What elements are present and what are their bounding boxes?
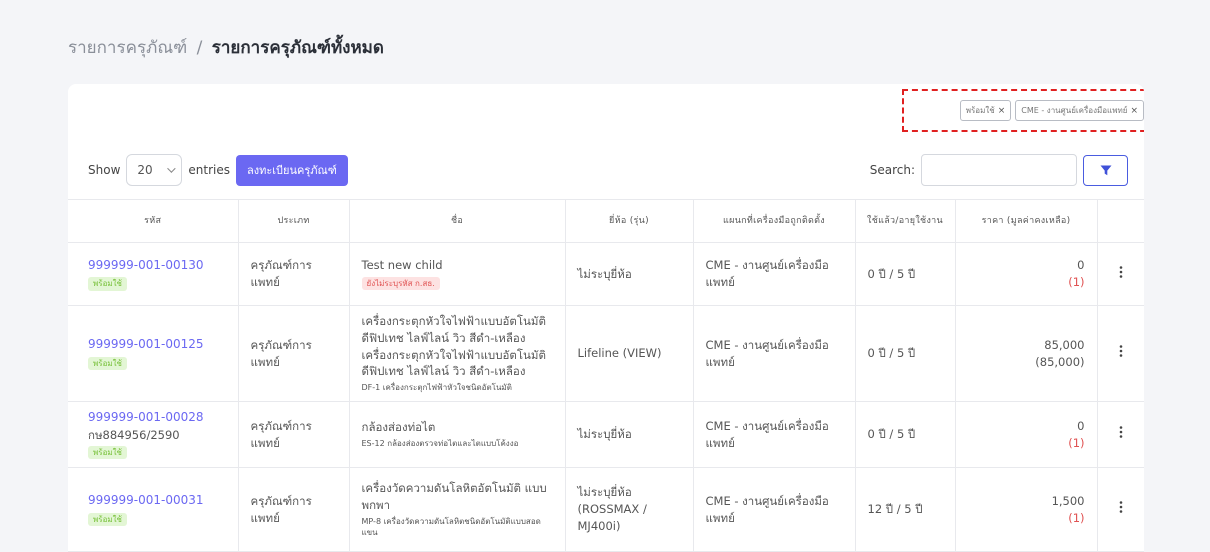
equipment-code-link[interactable]: 999999-001-00125: [88, 336, 226, 353]
cell-type: ครุภัณฑ์การแพทย์: [237, 242, 350, 306]
table-length-control: Show 20 entries ลงทะเบียนครุภัณฑ์: [88, 154, 348, 186]
cell-brand: Lifeline (VIEW): [564, 305, 694, 402]
search-control: Search:: [870, 154, 1128, 186]
cell-name: เครื่องวัดความดันโลหิตอัตโนมัติ แบบพกพา …: [348, 467, 566, 552]
breadcrumb-separator: /: [196, 38, 203, 58]
column-header-actions: [1096, 199, 1144, 243]
cell-price: 0 (1): [954, 242, 1098, 306]
cell-name: Test new child ยังไม่ระบุรหัส ก.สธ.: [348, 242, 566, 306]
column-header-type[interactable]: ประเภท: [237, 199, 350, 243]
kebab-menu-icon[interactable]: [1119, 426, 1123, 438]
show-label: Show: [88, 163, 121, 177]
cell-name: กล้องส่องท่อไต ES-12 กล้องส่องตรวจท่อไตแ…: [348, 401, 566, 468]
equipment-list-card: พร้อมใช้ × CME - งานศูนย์เครื่องมือแพทย์…: [68, 84, 1144, 552]
table-row: 999999-001-00028 กษ884956/2590 พร้อมใช้ …: [68, 401, 1144, 468]
close-icon[interactable]: ×: [1130, 106, 1138, 116]
cell-code: 999999-001-00031 พร้อมใช้: [68, 467, 239, 552]
equipment-code-link[interactable]: 999999-001-00028: [88, 409, 226, 426]
table-row: 999999-001-00031 พร้อมใช้ ครุภัณฑ์การแพท…: [68, 467, 1144, 552]
column-header-name[interactable]: ชื่อ: [348, 199, 566, 243]
cell-department: CME - งานศูนย์เครื่องมือแพทย์: [692, 242, 856, 306]
table-row: 999999-001-00125 พร้อมใช้ ครุภัณฑ์การแพท…: [68, 305, 1144, 402]
kebab-menu-icon[interactable]: [1119, 501, 1123, 513]
column-header-age[interactable]: ใช้แล้ว/อายุใช้งาน: [854, 199, 956, 243]
page-title: รายการครุภัณฑ์ทั้งหมด: [211, 38, 384, 58]
filter-tag-label: พร้อมใช้: [965, 106, 995, 115]
residual-value: (1): [1068, 510, 1085, 525]
equipment-name: กล้องส่องท่อไต: [361, 420, 436, 435]
cell-age: 12 ปี / 5 ปี: [854, 467, 956, 552]
cell-department: CME - งานศูนย์เครื่องมือแพทย์: [692, 401, 856, 468]
residual-value: (1): [1068, 435, 1085, 450]
residual-value: (1): [1068, 275, 1085, 289]
entries-select[interactable]: 20: [126, 154, 183, 186]
status-badge: พร้อมใช้: [88, 356, 127, 371]
row-actions[interactable]: [1096, 242, 1144, 306]
equipment-subname: MP-8 เครื่องวัดความดันโลหิตชนิดอัตโนมัติ…: [361, 516, 541, 538]
entries-label: entries: [188, 163, 230, 177]
price-value: 0: [1077, 258, 1085, 273]
search-input[interactable]: [921, 154, 1077, 186]
chevron-down-icon: [167, 164, 177, 173]
cell-price: 85,000 (85,000): [954, 305, 1098, 402]
search-label: Search:: [869, 163, 915, 177]
cell-price: 0 (1): [954, 401, 1098, 468]
filter-tag-label: CME - งานศูนย์เครื่องมือแพทย์: [1021, 106, 1128, 115]
column-header-department[interactable]: แผนกที่เครื่องมือถูกติดตั้ง: [692, 199, 856, 243]
cell-age: 0 ปี / 5 ปี: [854, 305, 956, 402]
cell-age: 0 ปี / 5 ปี: [854, 401, 956, 468]
equipment-subname: DF-1 เครื่องกระตุกไฟฟ้าหัวใจชนิดอัตโนมัต…: [361, 383, 512, 393]
row-actions[interactable]: [1096, 305, 1144, 402]
filter-button[interactable]: [1083, 154, 1128, 186]
equipment-table: รหัส ประเภท ชื่อ ยี่ห้อ (รุ่น) แผนกที่เค…: [68, 199, 1144, 552]
cell-code: 999999-001-00028 กษ884956/2590 พร้อมใช้: [68, 401, 239, 468]
breadcrumb-parent[interactable]: รายการครุภัณฑ์: [68, 38, 187, 58]
cell-type: ครุภัณฑ์การแพทย์: [237, 401, 350, 468]
equipment-name: เครื่องวัดความดันโลหิตอัตโนมัติ แบบพกพา: [361, 481, 547, 512]
status-badge: พร้อมใช้: [88, 446, 127, 460]
cell-code: 999999-001-00125 พร้อมใช้: [68, 305, 239, 402]
residual-value: (85,000): [1035, 354, 1085, 369]
active-filters-highlight: พร้อมใช้ × CME - งานศูนย์เครื่องมือแพทย์…: [902, 89, 1144, 132]
column-header-code[interactable]: รหัส: [68, 199, 239, 243]
cell-type: ครุภัณฑ์การแพทย์: [237, 467, 350, 552]
column-header-price[interactable]: ราคา (มูลค่าคงเหลือ): [954, 199, 1098, 243]
register-equipment-button[interactable]: ลงทะเบียนครุภัณฑ์: [236, 154, 348, 186]
table-header-row: รหัส ประเภท ชื่อ ยี่ห้อ (รุ่น) แผนกที่เค…: [68, 199, 1144, 243]
equipment-subname: ES-12 กล้องส่องตรวจท่อไตและไตแบบโค้งงอ: [361, 439, 519, 449]
cell-brand: ไม่ระบุยี่ห้อ: [564, 242, 694, 306]
filter-funnel-icon: [1100, 165, 1111, 175]
filter-tag-department[interactable]: CME - งานศูนย์เครื่องมือแพทย์ ×: [1015, 100, 1144, 121]
column-header-brand[interactable]: ยี่ห้อ (รุ่น): [564, 199, 694, 243]
breadcrumb: รายการครุภัณฑ์ / รายการครุภัณฑ์ทั้งหมด: [68, 34, 384, 61]
cell-code: 999999-001-00130 พร้อมใช้: [68, 242, 239, 306]
cell-type: ครุภัณฑ์การแพทย์: [237, 305, 350, 402]
cell-department: CME - งานศูนย์เครื่องมือแพทย์: [692, 467, 856, 552]
cell-price: 1,500 (1): [954, 467, 1098, 552]
price-value: 1,500: [1051, 493, 1085, 508]
cell-brand: ไม่ระบุยี่ห้อ: [564, 401, 694, 468]
row-actions[interactable]: [1096, 401, 1144, 468]
cell-name: เครื่องกระตุกหัวใจไฟฟ้าแบบอัตโนมัติดีฟิป…: [348, 305, 566, 402]
cell-department: CME - งานศูนย์เครื่องมือแพทย์: [692, 305, 856, 402]
filter-tag-status[interactable]: พร้อมใช้ ×: [959, 100, 1012, 121]
kebab-menu-icon[interactable]: [1119, 345, 1123, 357]
warning-badge: ยังไม่ระบุรหัส ก.สธ.: [361, 277, 440, 291]
equipment-code-link[interactable]: 999999-001-00031: [88, 492, 226, 509]
price-value: 85,000: [1044, 337, 1085, 352]
cell-age: 0 ปี / 5 ปี: [854, 242, 956, 306]
close-icon[interactable]: ×: [998, 106, 1006, 116]
entries-value: 20: [137, 163, 153, 177]
cell-brand: ไม่ระบุยี่ห้อ (ROSSMAX / MJ400i): [564, 467, 694, 552]
status-badge: พร้อมใช้: [88, 512, 127, 527]
equipment-name: เครื่องกระตุกหัวใจไฟฟ้าแบบอัตโนมัติดีฟิป…: [361, 314, 546, 379]
status-badge: พร้อมใช้: [88, 277, 127, 291]
equipment-name: Test new child: [361, 258, 443, 273]
price-value: 0: [1077, 418, 1085, 433]
registration-number: กษ884956/2590: [88, 427, 180, 442]
kebab-menu-icon[interactable]: [1119, 265, 1123, 278]
table-row: 999999-001-00130 พร้อมใช้ ครุภัณฑ์การแพท…: [68, 242, 1144, 306]
equipment-code-link[interactable]: 999999-001-00130: [88, 257, 226, 274]
row-actions[interactable]: [1096, 467, 1144, 552]
